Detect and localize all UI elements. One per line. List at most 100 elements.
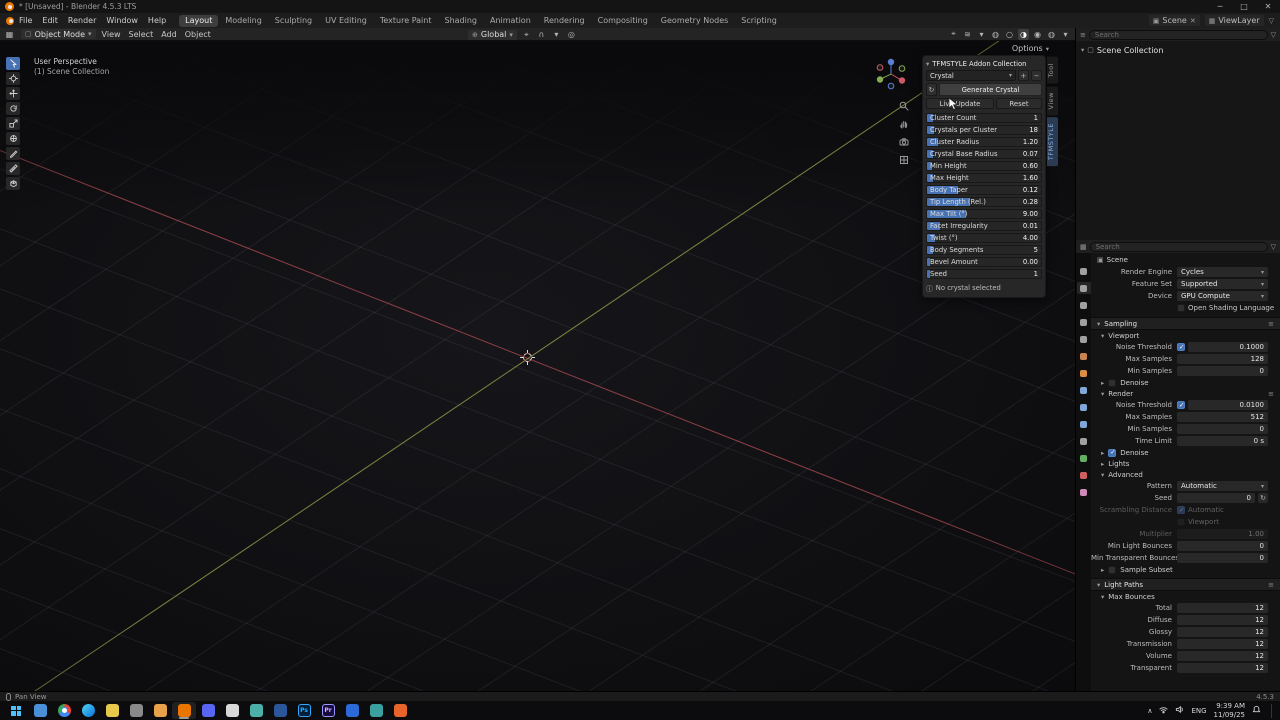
taskbar-app[interactable]	[196, 702, 220, 719]
menubar-item[interactable]: Help	[143, 16, 171, 25]
subsection-lights[interactable]: ▸ Lights	[1091, 458, 1280, 469]
breadcrumb[interactable]: ▣ Scene	[1091, 254, 1280, 266]
subsection-render-denoise[interactable]: ▸ Denoise	[1091, 447, 1280, 458]
properties-tab[interactable]	[1077, 435, 1091, 447]
properties-editor-icon[interactable]: ▦	[1080, 243, 1087, 251]
properties-tab[interactable]	[1077, 486, 1091, 498]
taskbar-app[interactable]	[148, 702, 172, 719]
taskbar-app[interactable]	[172, 702, 196, 719]
add-cube-tool[interactable]	[6, 177, 20, 190]
multiplier-field[interactable]: 1.00	[1177, 529, 1268, 539]
addon-slider[interactable]: Facet Irregularity 0.01	[926, 221, 1042, 231]
app-menu-icon[interactable]	[6, 16, 14, 25]
chevron-down-icon[interactable]: ▾	[926, 60, 929, 68]
osl-checkbox[interactable]	[1177, 304, 1185, 312]
reset-button[interactable]: Reset	[996, 98, 1042, 109]
section-sampling[interactable]: ▾ Sampling ≡	[1091, 317, 1280, 330]
shading-wireframe-icon[interactable]: ○	[1004, 29, 1015, 40]
taskbar-app[interactable]	[268, 702, 292, 719]
bounce-value-field[interactable]: 12	[1177, 603, 1268, 613]
show-desktop-button[interactable]	[1271, 703, 1274, 718]
properties-tab[interactable]	[1077, 418, 1091, 430]
properties-tab[interactable]	[1077, 299, 1091, 311]
addon-slider[interactable]: Bevel Amount 0.00	[926, 257, 1042, 267]
workspace-tab[interactable]: Sculpting	[269, 15, 318, 27]
select-box-tool[interactable]	[6, 57, 20, 70]
taskbar-app[interactable]	[52, 702, 76, 719]
workspace-tab[interactable]: Rendering	[538, 15, 591, 27]
time-limit-field[interactable]: 0 s	[1177, 436, 1268, 446]
annotate-tool[interactable]	[6, 147, 20, 160]
taskbar-app[interactable]	[76, 702, 100, 719]
render-denoise-checkbox[interactable]	[1108, 448, 1117, 457]
animated-seed-button[interactable]: ↻	[1258, 493, 1268, 503]
scale-tool[interactable]	[6, 117, 20, 130]
pan-hand-icon[interactable]	[899, 119, 909, 131]
vp-denoise-checkbox[interactable]	[1108, 378, 1117, 387]
shading-rendered-icon[interactable]: ◍	[1046, 29, 1057, 40]
workspace-tab[interactable]: Modeling	[219, 15, 267, 27]
preset-remove-button[interactable]: −	[1031, 70, 1042, 81]
subsection-render[interactable]: ▾ Render ≡	[1091, 388, 1280, 399]
properties-filter-icon[interactable]: ▽	[1271, 243, 1276, 251]
workspace-tab[interactable]: UV Editing	[319, 15, 373, 27]
start-button[interactable]	[4, 702, 28, 719]
wifi-icon[interactable]	[1159, 705, 1169, 716]
properties-tab[interactable]	[1077, 469, 1091, 481]
subsection-max-bounces[interactable]: ▾ Max Bounces	[1091, 591, 1280, 602]
min-light-bounces-field[interactable]: 0	[1177, 541, 1268, 551]
taskbar-app[interactable]	[28, 702, 52, 719]
shading-chevron-icon[interactable]: ▾	[1060, 29, 1071, 40]
taskbar-app[interactable]	[388, 702, 412, 719]
addon-slider[interactable]: Cluster Radius 1.20	[926, 137, 1042, 147]
properties-tab[interactable]	[1077, 333, 1091, 345]
taskbar-app[interactable]: Pr	[316, 702, 340, 719]
bounce-value-field[interactable]: 12	[1177, 627, 1268, 637]
outliner-search-input[interactable]	[1088, 29, 1268, 40]
properties-tab[interactable]	[1076, 282, 1091, 294]
properties-tab[interactable]	[1077, 401, 1091, 413]
properties-tab[interactable]	[1077, 265, 1091, 277]
viewport-menu-item[interactable]: Select	[129, 30, 154, 39]
min-transparent-bounces-field[interactable]: 0	[1177, 553, 1268, 563]
close-button[interactable]: ✕	[1256, 0, 1280, 13]
scene-selector[interactable]: ▣ Scene ✕	[1148, 15, 1200, 26]
zoom-icon[interactable]	[899, 101, 909, 113]
addon-slider[interactable]: Min Height 0.60	[926, 161, 1042, 171]
outliner-item-scene-collection[interactable]: ▾ ▢ Scene Collection	[1076, 44, 1280, 56]
viewport-menu-item[interactable]: Object	[185, 30, 211, 39]
render-noise-threshold-checkbox[interactable]	[1177, 401, 1185, 409]
cursor-tool[interactable]	[6, 72, 20, 85]
rotate-tool[interactable]	[6, 102, 20, 115]
subsection-viewport-denoise[interactable]: ▸ Denoise	[1091, 377, 1280, 388]
subsection-sample-subset[interactable]: ▸ Sample Subset	[1091, 564, 1280, 575]
taskbar-clock[interactable]: 9:39 AM 11/09/25	[1214, 702, 1245, 720]
properties-tab[interactable]	[1077, 384, 1091, 396]
navigation-gizmo[interactable]	[872, 55, 910, 93]
taskbar-app[interactable]: Ps	[292, 702, 316, 719]
feature-set-select[interactable]: Supported ▾	[1177, 279, 1268, 289]
workspace-tab[interactable]: Scripting	[735, 15, 783, 27]
addon-slider[interactable]: Twist (°) 4.00	[926, 233, 1042, 243]
vp-min-samples-field[interactable]: 0	[1177, 366, 1268, 376]
workspace-tab[interactable]: Geometry Nodes	[655, 15, 734, 27]
outliner-mode-icon[interactable]: ≡	[1080, 31, 1086, 39]
properties-tab[interactable]	[1077, 452, 1091, 464]
preset-menu-icon[interactable]: ≡	[1268, 320, 1274, 328]
menubar-item[interactable]: Render	[63, 16, 101, 25]
mode-selector[interactable]: ▢ Object Mode ▾	[21, 29, 96, 39]
taskbar-app[interactable]	[244, 702, 268, 719]
sidebar-tab[interactable]: Tool	[1047, 57, 1058, 84]
regenerate-icon-button[interactable]: ↻	[926, 83, 937, 96]
language-indicator[interactable]: ENG	[1191, 707, 1206, 715]
addon-slider[interactable]: Cluster Count 1	[926, 113, 1042, 123]
addon-slider[interactable]: Max Height 1.60	[926, 173, 1042, 183]
render-max-samples-field[interactable]: 512	[1177, 412, 1268, 422]
filter-funnel-icon[interactable]: ▽	[1269, 17, 1274, 25]
addon-slider[interactable]: Max Tilt (°) 9.00	[926, 209, 1042, 219]
viewport-3d[interactable]: User Perspective (1) Scene Collection Op…	[0, 41, 1075, 691]
workspace-tab[interactable]: Shading	[438, 15, 483, 27]
bounce-value-field[interactable]: 12	[1177, 639, 1268, 649]
scrambling-viewport-checkbox[interactable]	[1177, 518, 1185, 526]
menubar-item[interactable]: File	[14, 16, 37, 25]
